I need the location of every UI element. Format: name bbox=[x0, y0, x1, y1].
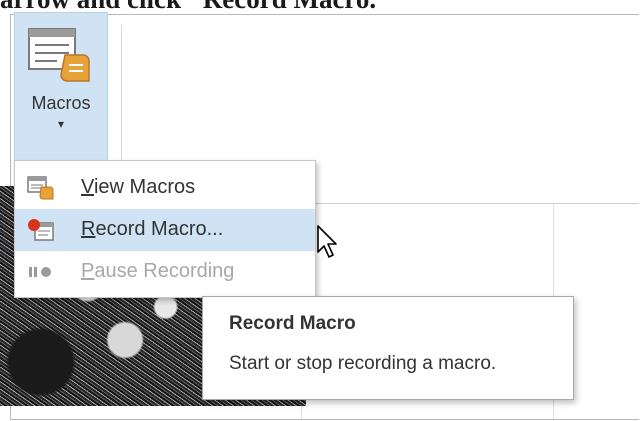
ribbon-separator bbox=[121, 25, 122, 165]
pause-recording-icon bbox=[27, 260, 55, 284]
tooltip: Record Macro Start or stop recording a m… bbox=[202, 296, 574, 400]
menu-item-label: Record Macro... bbox=[81, 218, 224, 240]
record-macro-icon bbox=[27, 218, 55, 242]
menu-item-record-macro[interactable]: Record Macro... bbox=[15, 209, 315, 251]
tooltip-description: Start or stop recording a macro. bbox=[229, 353, 497, 374]
tooltip-title: Record Macro bbox=[229, 313, 356, 334]
macros-button[interactable]: Macros ▾ bbox=[14, 12, 108, 164]
menu-item-label: Pause Recording bbox=[81, 260, 235, 282]
menu-item-view-macros[interactable]: View Macros bbox=[15, 167, 315, 209]
chevron-down-icon: ▾ bbox=[57, 117, 65, 131]
menu-item-label: View Macros bbox=[81, 176, 196, 198]
macros-icon bbox=[27, 27, 93, 90]
macros-label: Macros bbox=[31, 93, 91, 113]
view-macros-icon bbox=[27, 176, 55, 200]
menu-item-pause-recording[interactable]: Pause Recording bbox=[15, 251, 315, 293]
mouse-pointer-icon bbox=[316, 224, 340, 265]
macros-dropdown-menu: View Macros Record Macro... Pause Record… bbox=[14, 160, 316, 298]
